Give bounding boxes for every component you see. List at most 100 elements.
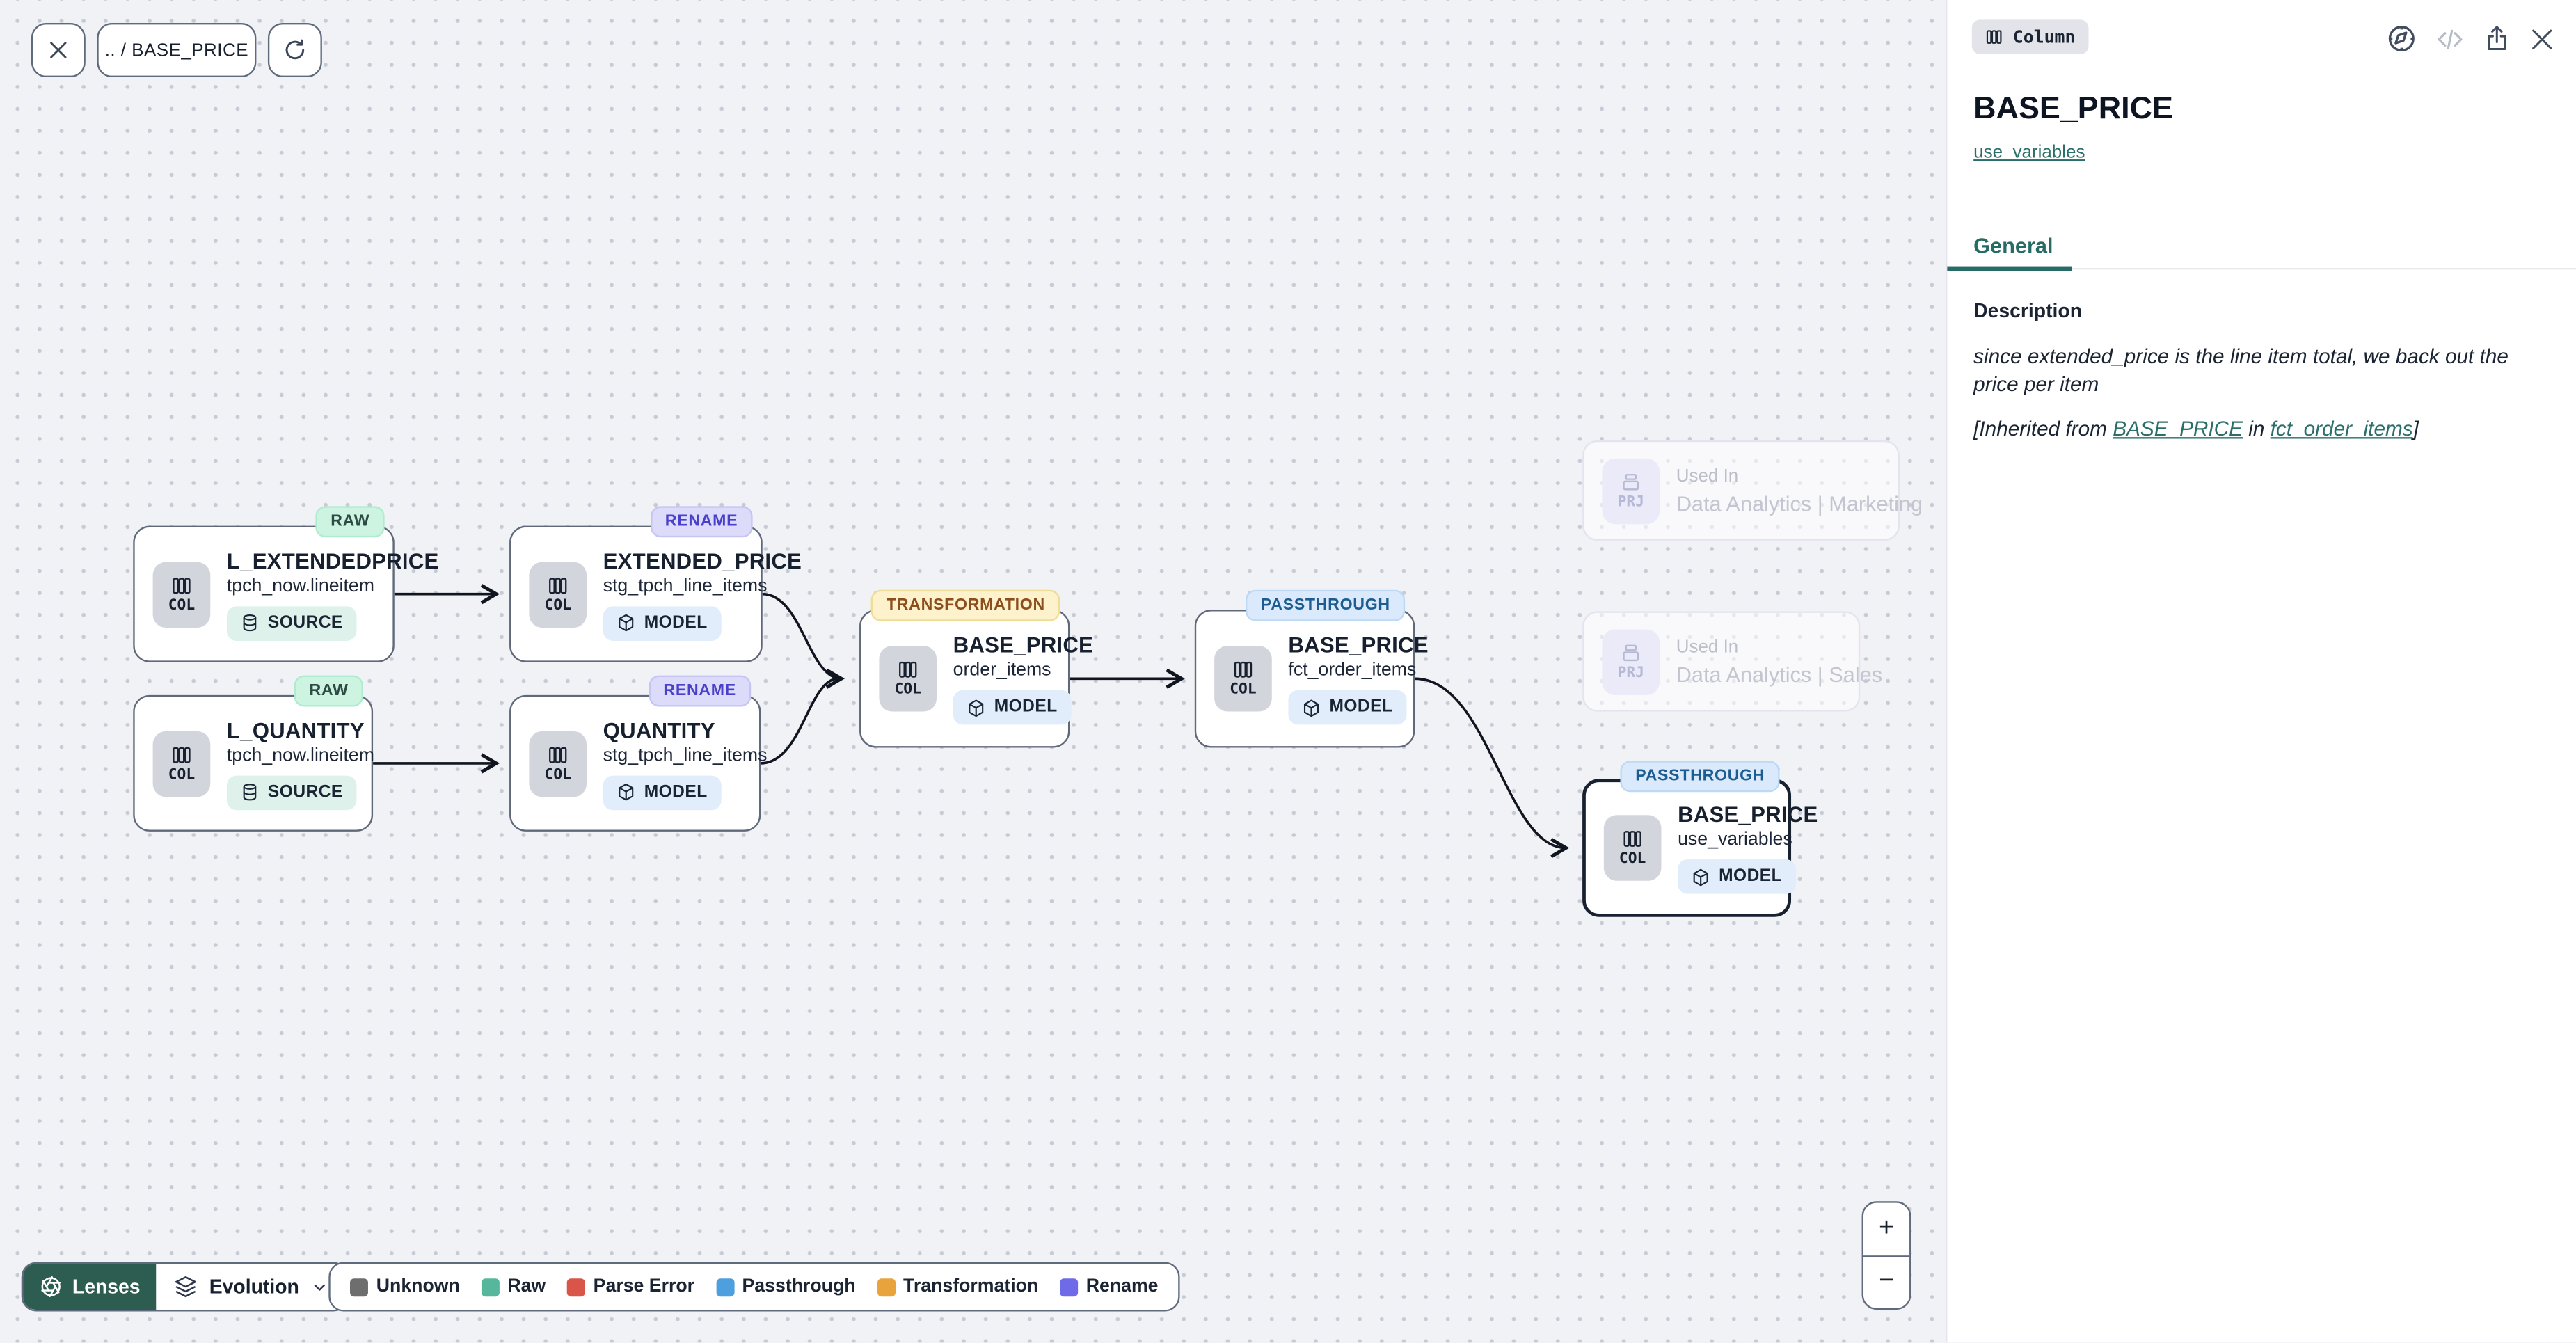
share-export-icon (2483, 24, 2511, 52)
view-code-button[interactable] (2435, 24, 2465, 54)
project-type-box: PRJ (1602, 458, 1660, 523)
node-subtitle: tpch_now.lineitem (227, 576, 374, 596)
node-l-extendedprice[interactable]: RAW COL L_EXTENDEDPRICE tpch_now.lineite… (133, 526, 394, 662)
lenses-label: Lenses (72, 1276, 141, 1298)
node-base-price-use-variables-selected[interactable]: PASSTHROUGH COL BASE_PRICE use_variables… (1582, 779, 1791, 916)
lenses-button[interactable]: Lenses (23, 1264, 157, 1310)
kind-badge: SOURCE (227, 774, 356, 809)
inherited-prefix: [Inherited from (1973, 418, 2113, 440)
kind-badge: MODEL (953, 690, 1071, 725)
active-tab-indicator (1947, 265, 2072, 271)
kind-label: MODEL (1329, 699, 1392, 717)
chevron-down-icon (310, 1278, 328, 1296)
description-body: since extended_price is the line item to… (1973, 344, 2545, 401)
node-subtitle: stg_tpch_line_items (603, 576, 768, 596)
kind-label: MODEL (994, 699, 1058, 717)
column-icon (171, 744, 193, 765)
zoom-in-button[interactable]: + (1863, 1203, 1909, 1255)
legend-swatch-parse-error (567, 1278, 585, 1296)
entity-type-label: Column (2013, 27, 2076, 47)
node-subtitle: fct_order_items (1288, 660, 1416, 680)
legend-label: Unknown (376, 1277, 460, 1296)
evolution-badge: PASSTHROUGH (1246, 590, 1406, 621)
zoom-out-button[interactable]: − (1863, 1255, 1909, 1308)
node-quantity[interactable]: RENAME COL QUANTITY stg_tpch_line_items … (509, 695, 761, 832)
node-base-price-fct-order-items[interactable]: PASSTHROUGH COL BASE_PRICE fct_order_ite… (1195, 610, 1415, 747)
database-icon (240, 782, 260, 802)
lens-mode-dropdown[interactable]: Evolution (157, 1264, 347, 1310)
legend-swatch-transformation (877, 1278, 895, 1296)
node-subtitle: tpch_now.lineitem (227, 745, 374, 765)
column-icon (171, 574, 193, 596)
column-type-label: COL (168, 767, 195, 784)
model-link[interactable]: use_variables (1973, 143, 2085, 162)
legend-item: Raw (482, 1277, 546, 1296)
ghost-node-used-in-marketing[interactable]: PRJ Used In Data Analytics | Marketing (1582, 440, 1900, 541)
kind-badge: MODEL (603, 774, 721, 809)
project-type-label: PRJ (1618, 494, 1644, 511)
kind-label: MODEL (644, 614, 708, 632)
refresh-button[interactable] (268, 23, 322, 77)
close-lineage-button[interactable] (31, 23, 86, 77)
column-type-box: COL (529, 561, 587, 626)
node-base-price-order-items[interactable]: TRANSFORMATION COL BASE_PRICE order_item… (859, 610, 1070, 747)
column-type-label: COL (1230, 682, 1256, 699)
lenses-control: Lenses Evolution (22, 1262, 349, 1312)
inherited-model-link[interactable]: fct_order_items (2271, 418, 2413, 440)
ghost-node-label: Used In (1676, 637, 1739, 656)
kind-badge: MODEL (1288, 690, 1406, 725)
share-button[interactable] (2483, 24, 2511, 52)
column-icon (1985, 28, 2003, 46)
legend-item: Rename (1060, 1277, 1159, 1296)
breadcrumb-label: .. / BASE_PRICE (105, 40, 248, 60)
ghost-node-used-in-sales[interactable]: PRJ Used In Data Analytics | Sales (1582, 611, 1860, 711)
kind-badge: MODEL (1678, 859, 1795, 894)
legend-swatch-raw (482, 1278, 500, 1296)
evolution-badge: RENAME (649, 676, 751, 707)
node-subtitle: order_items (953, 660, 1051, 680)
explore-compass-button[interactable] (2386, 23, 2417, 54)
kind-label: MODEL (1719, 868, 1782, 886)
model-cube-icon (967, 697, 986, 717)
legend-item: Transformation (877, 1277, 1038, 1296)
node-title: BASE_PRICE (953, 633, 1093, 657)
column-type-box: COL (529, 731, 587, 796)
refresh-icon (283, 38, 307, 62)
project-type-label: PRJ (1618, 665, 1644, 681)
lens-mode-label: Evolution (209, 1276, 299, 1298)
ghost-node-name: Data Analytics | Marketing (1676, 491, 1923, 515)
ghost-node-name: Data Analytics | Sales (1676, 662, 1882, 686)
column-icon (547, 574, 569, 596)
legend-label: Rename (1086, 1277, 1159, 1296)
ghost-node-label: Used In (1676, 466, 1739, 485)
column-type-label: COL (1619, 851, 1646, 868)
evolution-legend: Unknown Raw Parse Error Passthrough Tran… (328, 1262, 1179, 1312)
tab-general[interactable]: General (1973, 220, 2053, 269)
evolution-badge: RAW (294, 676, 363, 707)
node-title: EXTENDED_PRICE (603, 548, 802, 573)
evolution-badge: RAW (316, 506, 385, 537)
node-l-quantity[interactable]: RAW COL L_QUANTITY tpch_now.lineitem SOU… (133, 695, 373, 832)
kind-badge: SOURCE (227, 605, 356, 640)
node-extended-price[interactable]: RENAME COL EXTENDED_PRICE stg_tpch_line_… (509, 526, 763, 662)
breadcrumb[interactable]: .. / BASE_PRICE (97, 23, 256, 77)
legend-label: Passthrough (742, 1277, 856, 1296)
legend-item: Passthrough (716, 1277, 856, 1296)
model-cube-icon (617, 782, 636, 802)
inherited-note: [Inherited from BASE_PRICE in fct_order_… (1973, 418, 2545, 440)
legend-label: Parse Error (594, 1277, 694, 1296)
project-type-box: PRJ (1602, 628, 1660, 694)
close-panel-button[interactable] (2529, 26, 2555, 52)
inherited-column-link[interactable]: BASE_PRICE (2113, 418, 2243, 440)
node-title: BASE_PRICE (1678, 802, 1818, 826)
column-type-box: COL (1604, 815, 1662, 880)
kind-label: SOURCE (268, 783, 343, 801)
node-title: L_EXTENDEDPRICE (227, 548, 439, 573)
description-heading: Description (1973, 299, 2082, 322)
inherited-middle: in (2243, 418, 2271, 440)
column-icon (1232, 659, 1254, 681)
legend-swatch-unknown (350, 1278, 368, 1296)
node-title: BASE_PRICE (1288, 633, 1428, 657)
panel-title: BASE_PRICE (1973, 92, 2173, 128)
zoom-controls: + − (1862, 1201, 1911, 1310)
